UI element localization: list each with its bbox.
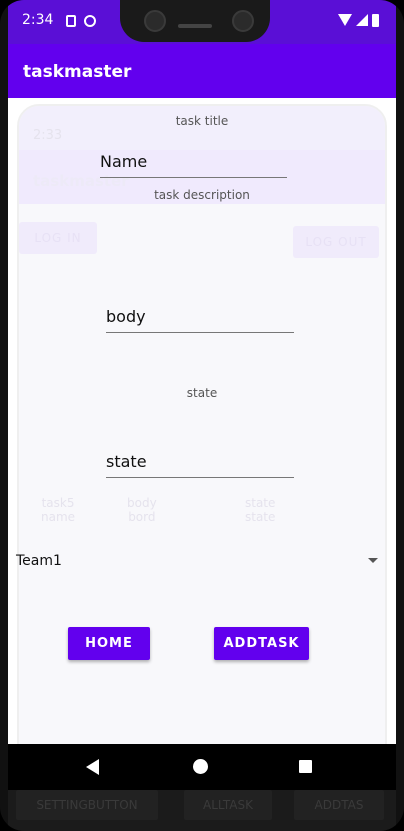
battery-icon [372, 14, 379, 27]
front-camera-right [232, 10, 254, 32]
ghost-addtask-button: ADDTAS [294, 790, 384, 820]
task-body-value: body [106, 307, 146, 326]
data-saver-icon [84, 15, 96, 27]
add-task-screen: 2:33 taskmaster LOG IN LOG OUT task5 nam… [8, 98, 396, 744]
task-state-input[interactable]: state [106, 444, 294, 478]
task-title-value: Name [100, 152, 148, 171]
app-bar: taskmaster [8, 44, 396, 98]
bottom-ghost-strip: SETTINGBUTTON ALLTASK ADDTAS [8, 790, 396, 831]
ghost-col-body: body bord [127, 496, 157, 524]
signal-icon [356, 14, 368, 26]
back-icon[interactable] [86, 759, 99, 775]
status-time: 2:34 [22, 12, 54, 28]
ghost-time: 2:33 [33, 128, 63, 143]
ghost-alltask-button: ALLTASK [184, 790, 272, 820]
task-description-label: task description [154, 188, 250, 202]
ghost-col-state: state state [245, 496, 276, 524]
phone-frame: 2:34 taskmaster 2:33 taskmaster LOG IN L… [0, 0, 404, 831]
state-label: state [186, 386, 218, 400]
ghost-login-button: LOG IN [19, 222, 97, 254]
app-title: taskmaster [23, 62, 132, 82]
task-body-input[interactable]: body [106, 299, 294, 333]
earpiece-speaker [178, 24, 212, 28]
ghost-setting-button: SETTINGBUTTON [16, 790, 158, 820]
team-spinner[interactable]: Team1 [16, 546, 380, 576]
ghost-col-name: task5 name [41, 496, 76, 524]
home-button[interactable]: HOME [68, 627, 150, 660]
task-title-input[interactable]: Name [100, 144, 287, 178]
dropdown-arrow-icon [368, 558, 378, 563]
sd-card-icon [66, 15, 76, 27]
task-state-value: state [106, 452, 147, 471]
task-title-label: task title [175, 114, 229, 128]
navigation-bar [8, 744, 396, 790]
home-circle-icon[interactable] [193, 759, 208, 774]
camera-notch [120, 0, 270, 42]
add-task-button[interactable]: ADDTASK [214, 627, 309, 660]
ghost-logout-button: LOG OUT [293, 226, 379, 258]
front-camera-left [144, 10, 166, 32]
team-selected: Team1 [16, 553, 62, 569]
recents-icon[interactable] [299, 760, 312, 773]
wifi-icon [338, 14, 352, 26]
